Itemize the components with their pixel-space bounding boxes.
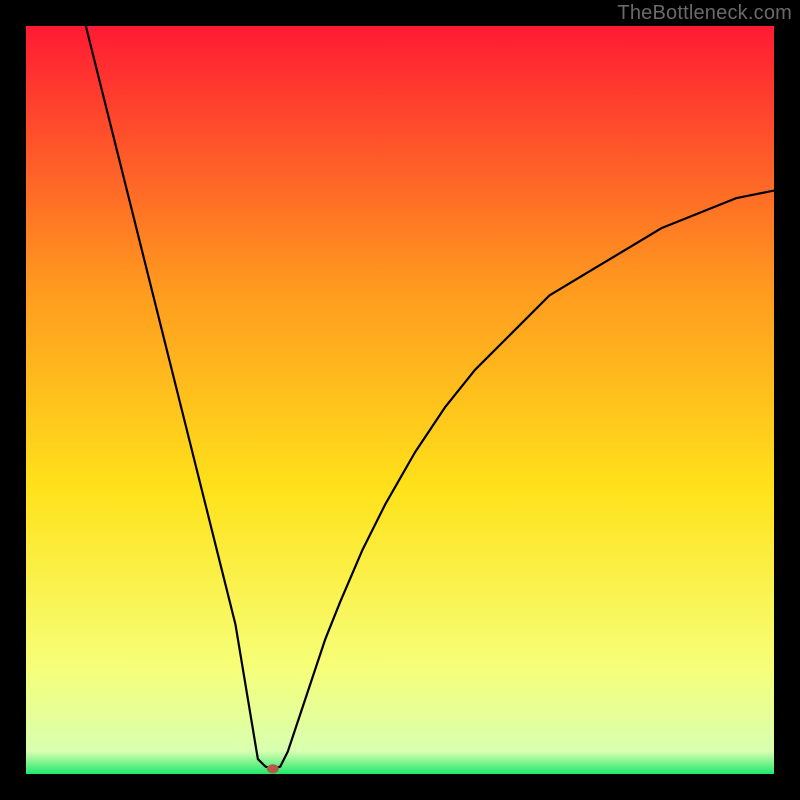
watermark-text: TheBottleneck.com xyxy=(617,2,792,25)
gradient-background xyxy=(26,26,774,774)
optimum-marker xyxy=(267,764,279,773)
chart-frame: TheBottleneck.com xyxy=(0,0,800,800)
bottleneck-chart xyxy=(26,26,774,774)
